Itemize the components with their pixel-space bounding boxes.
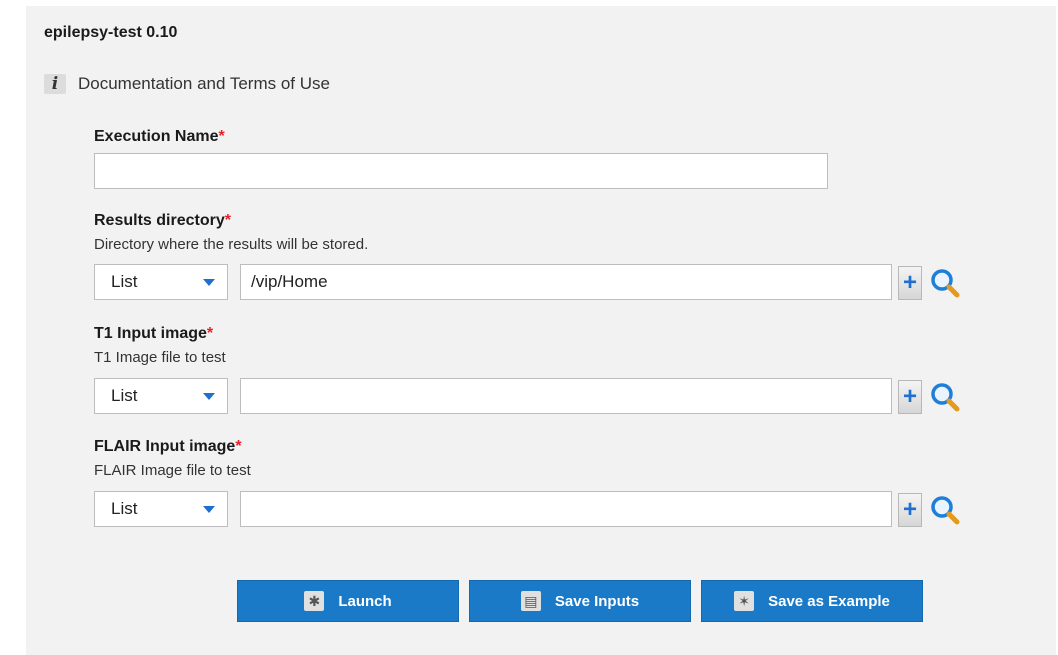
- required-mark: *: [206, 325, 214, 342]
- search-icon[interactable]: [928, 380, 962, 414]
- t1-input-mode-select[interactable]: List: [94, 378, 228, 414]
- results-directory-mode-select[interactable]: List: [94, 264, 228, 300]
- search-icon[interactable]: [928, 266, 962, 300]
- results-directory-mode-value: List: [111, 272, 138, 291]
- results-directory-label-text: Results directory: [94, 212, 225, 229]
- gear-icon: ✱: [304, 591, 325, 611]
- execution-name-input[interactable]: [94, 153, 828, 189]
- floppy-disk-icon: ▤: [520, 591, 541, 611]
- flair-input-label-text: FLAIR Input image: [94, 438, 236, 455]
- results-directory-description: Directory where the results will be stor…: [94, 236, 369, 253]
- execution-name-label-text: Execution Name: [94, 128, 219, 145]
- flair-input-mode-select[interactable]: List: [94, 491, 228, 527]
- execution-name-label: Execution Name*: [94, 128, 225, 146]
- t1-input-label: T1 Input image*: [94, 325, 213, 343]
- chevron-down-icon: [203, 392, 215, 400]
- results-directory-input[interactable]: [240, 264, 892, 300]
- documentation-label: Documentation and Terms of Use: [78, 74, 330, 93]
- required-mark: *: [218, 128, 225, 145]
- launch-form-panel: epilepsy-test 0.10 i Documentation and T…: [26, 6, 1056, 655]
- launch-button[interactable]: ✱ Launch: [237, 580, 459, 622]
- info-icon: i: [44, 74, 66, 94]
- flair-input-label: FLAIR Input image*: [94, 438, 242, 456]
- flair-input-description: FLAIR Image file to test: [94, 462, 251, 479]
- app-title: epilepsy-test 0.10: [44, 24, 178, 41]
- results-directory-label: Results directory*: [94, 212, 231, 230]
- t1-input-field[interactable]: [240, 378, 892, 414]
- required-mark: *: [224, 212, 231, 229]
- required-mark: *: [235, 438, 242, 455]
- chevron-down-icon: [203, 505, 215, 513]
- flair-input-mode-value: List: [111, 499, 138, 518]
- t1-input-description: T1 Image file to test: [94, 349, 226, 366]
- launch-button-label: Launch: [338, 592, 392, 610]
- magic-wand-icon: ✶: [734, 591, 755, 611]
- plus-icon: +: [902, 269, 917, 296]
- add-button[interactable]: +: [898, 493, 922, 527]
- search-icon[interactable]: [928, 493, 962, 527]
- flair-input-field[interactable]: [240, 491, 892, 527]
- save-inputs-button[interactable]: ▤ Save Inputs: [469, 580, 691, 622]
- plus-icon: +: [902, 496, 917, 523]
- documentation-link[interactable]: i Documentation and Terms of Use: [44, 74, 330, 94]
- save-as-example-button-label: Save as Example: [768, 592, 890, 610]
- t1-input-label-text: T1 Input image: [94, 325, 207, 342]
- plus-icon: +: [902, 383, 917, 410]
- add-button[interactable]: +: [898, 266, 922, 300]
- t1-input-mode-value: List: [111, 386, 138, 405]
- save-inputs-button-label: Save Inputs: [554, 592, 640, 610]
- save-as-example-button[interactable]: ✶ Save as Example: [701, 580, 923, 622]
- add-button[interactable]: +: [898, 380, 922, 414]
- chevron-down-icon: [203, 278, 215, 286]
